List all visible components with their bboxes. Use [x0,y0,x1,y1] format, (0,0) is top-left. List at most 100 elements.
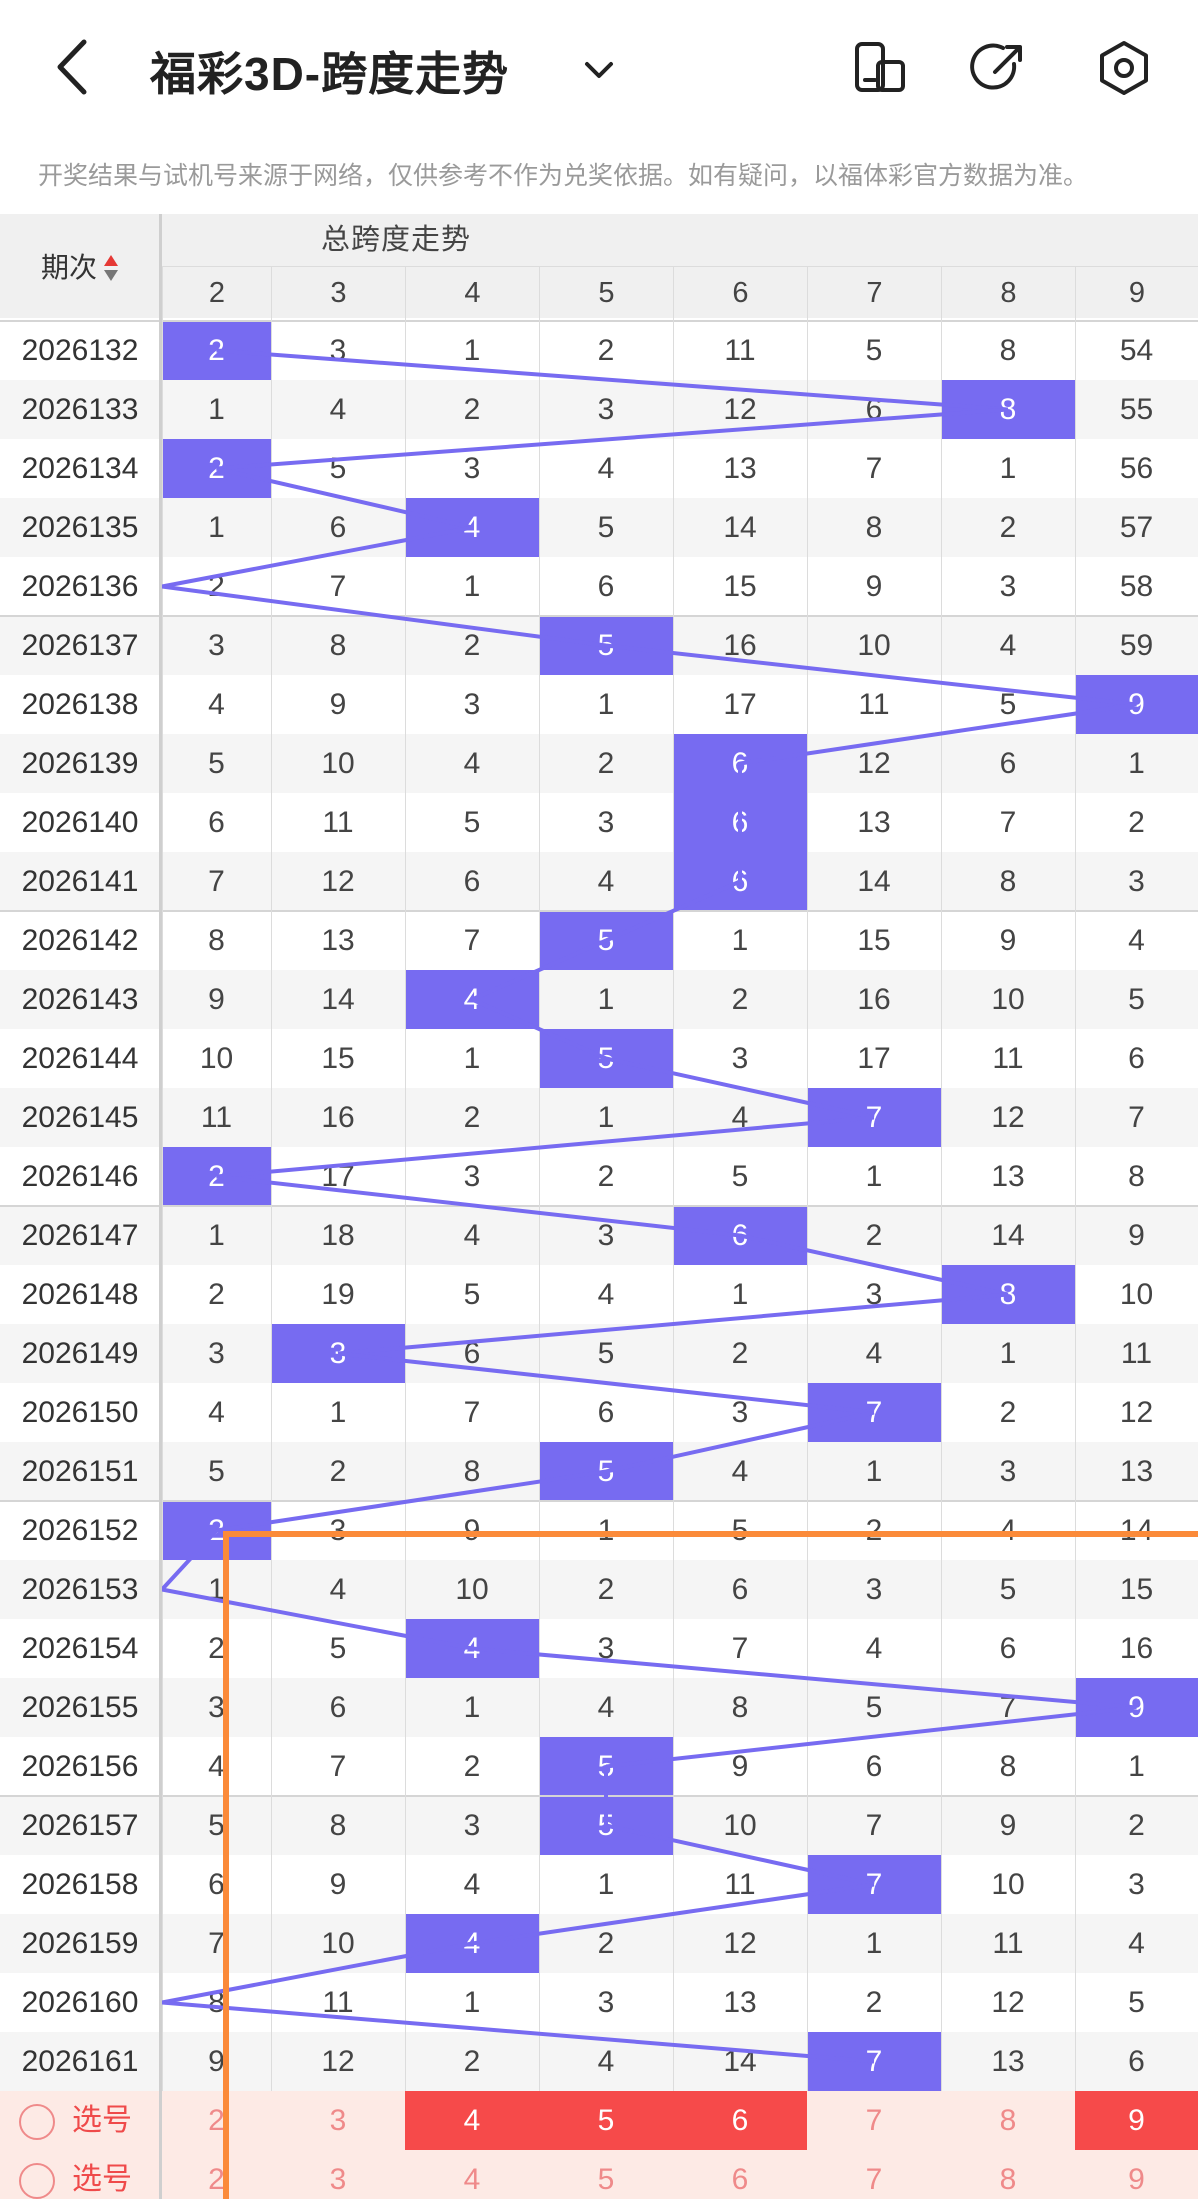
period-cell: 2026135 [21,511,139,544]
omission-cell: 3 [597,1219,615,1252]
omission-cell: 4 [999,629,1017,662]
omission-cell: 8 [999,1750,1017,1783]
group-header: 总跨度走势 [160,214,1198,266]
omission-cell: 6 [463,865,481,898]
table-row: 2026153 1 4 10 2 6 3 5 15 [0,1560,1198,1619]
omission-cell: 3 [329,1514,347,1547]
omission-cell: 6 [865,1750,883,1783]
omission-cell: 1 [329,1396,347,1429]
table-row: 2026159 7 10 4 2 12 1 11 4 [0,1914,1198,1973]
omission-cell: 14 [1119,1514,1154,1547]
period-header-label: 期次 [40,252,97,283]
hit-cell: 2 [162,1147,271,1206]
omission-cell: 16 [321,1101,355,1134]
hit-cell: 8 [941,380,1075,439]
omission-cell: 1 [999,1337,1017,1370]
omission-cell: 14 [991,1219,1025,1252]
omission-cell: 16 [1119,1632,1154,1665]
period-header[interactable]: 期次 [0,214,160,318]
omission-cell: 1 [463,570,481,603]
period-cell: 2026138 [21,688,139,721]
omission-cell: 5 [865,1691,883,1724]
grid-line [271,266,272,2199]
omission-cell: 2 [463,629,481,662]
omission-cell: 6 [731,1573,749,1606]
omission-cell: 11 [858,688,890,721]
back-button[interactable] [46,34,106,100]
share-icon[interactable] [967,36,1031,100]
omission-cell: 2 [731,1337,749,1370]
omission-cell: 8 [731,1691,749,1724]
omission-cell: 15 [857,924,891,957]
omission-cell: 6 [329,511,347,544]
number-option-3[interactable]: 3 [271,2091,405,2150]
number-option-5[interactable]: 5 [539,2150,673,2199]
settings-hexagon-icon[interactable] [1092,36,1156,100]
omission-cell: 7 [865,452,883,485]
radio-circle-icon[interactable] [19,2104,55,2140]
omission-cell: 5 [999,688,1017,721]
period-cell: 2026137 [21,629,139,662]
sort-icon[interactable] [103,253,119,283]
number-option-8[interactable]: 8 [941,2091,1075,2150]
omission-cell: 2 [463,393,481,426]
hit-cell: 6 [673,1206,807,1265]
omission-cell: 16 [857,983,891,1016]
omission-cell: 2 [463,1101,481,1134]
omission-cell: 5 [463,1278,481,1311]
number-option-2[interactable]: 2 [162,2091,271,2150]
column-header-4: 4 [405,266,539,318]
omission-cell: 5 [329,452,347,485]
omission-cell: 6 [208,806,225,839]
chevron-down-icon[interactable] [575,46,623,94]
omission-cell: 3 [1128,1868,1145,1901]
selector-label-text: 选号 [72,2163,132,2196]
period-cell: 2026153 [21,1573,139,1606]
omission-cell: 8 [329,629,347,662]
number-option-4[interactable]: 4 [405,2150,539,2199]
table-row: 2026156 4 7 2 5 9 6 8 1 [0,1737,1198,1796]
table-row: 2026147 1 18 4 3 6 2 14 9 [0,1206,1198,1265]
number-option-5[interactable]: 5 [539,2091,673,2150]
omission-cell: 9 [865,570,883,603]
number-option-7[interactable]: 7 [807,2150,941,2199]
number-option-9[interactable]: 9 [1075,2091,1198,2150]
group-separator [0,615,1198,617]
number-option-2[interactable]: 2 [162,2150,271,2199]
number-option-9[interactable]: 9 [1075,2150,1198,2199]
radio-circle-icon[interactable] [19,2163,55,2199]
omission-cell: 12 [991,1101,1025,1134]
omission-cell: 8 [999,865,1017,898]
omission-cell: 4 [329,1573,347,1606]
omission-cell: 6 [463,1337,481,1370]
column-header-9: 9 [1075,266,1198,318]
omission-cell: 6 [865,393,883,426]
page-title[interactable]: 福彩3D-跨度走势 [150,38,509,104]
omission-cell: 5 [999,1573,1017,1606]
period-cell: 2026155 [21,1691,139,1724]
omission-cell: 13 [321,924,355,957]
omission-cell: 2 [329,1455,347,1488]
phone-icon[interactable] [848,36,912,100]
omission-cell: 13 [723,452,757,485]
number-option-6[interactable]: 6 [673,2091,807,2150]
number-option-7[interactable]: 7 [807,2091,941,2150]
column-header-6: 6 [673,266,807,318]
omission-cell: 3 [865,1278,883,1311]
hit-cell: 4 [405,1914,539,1973]
number-option-4[interactable]: 4 [405,2091,539,2150]
number-option-6[interactable]: 6 [673,2150,807,2199]
omission-cell: 2 [1128,1809,1145,1842]
number-option-8[interactable]: 8 [941,2150,1075,2199]
omission-cell: 7 [1128,1101,1145,1134]
omission-cell: 3 [463,452,481,485]
omission-cell: 6 [597,570,615,603]
period-cell: 2026158 [21,1868,139,1901]
selector-label: 选号 [0,2150,160,2199]
number-option-3[interactable]: 3 [271,2150,405,2199]
period-cell: 2026136 [21,570,139,603]
omission-cell: 4 [329,393,347,426]
period-cell: 2026159 [21,1927,139,1960]
omission-cell: 1 [208,511,225,544]
omission-cell: 13 [991,2045,1025,2078]
